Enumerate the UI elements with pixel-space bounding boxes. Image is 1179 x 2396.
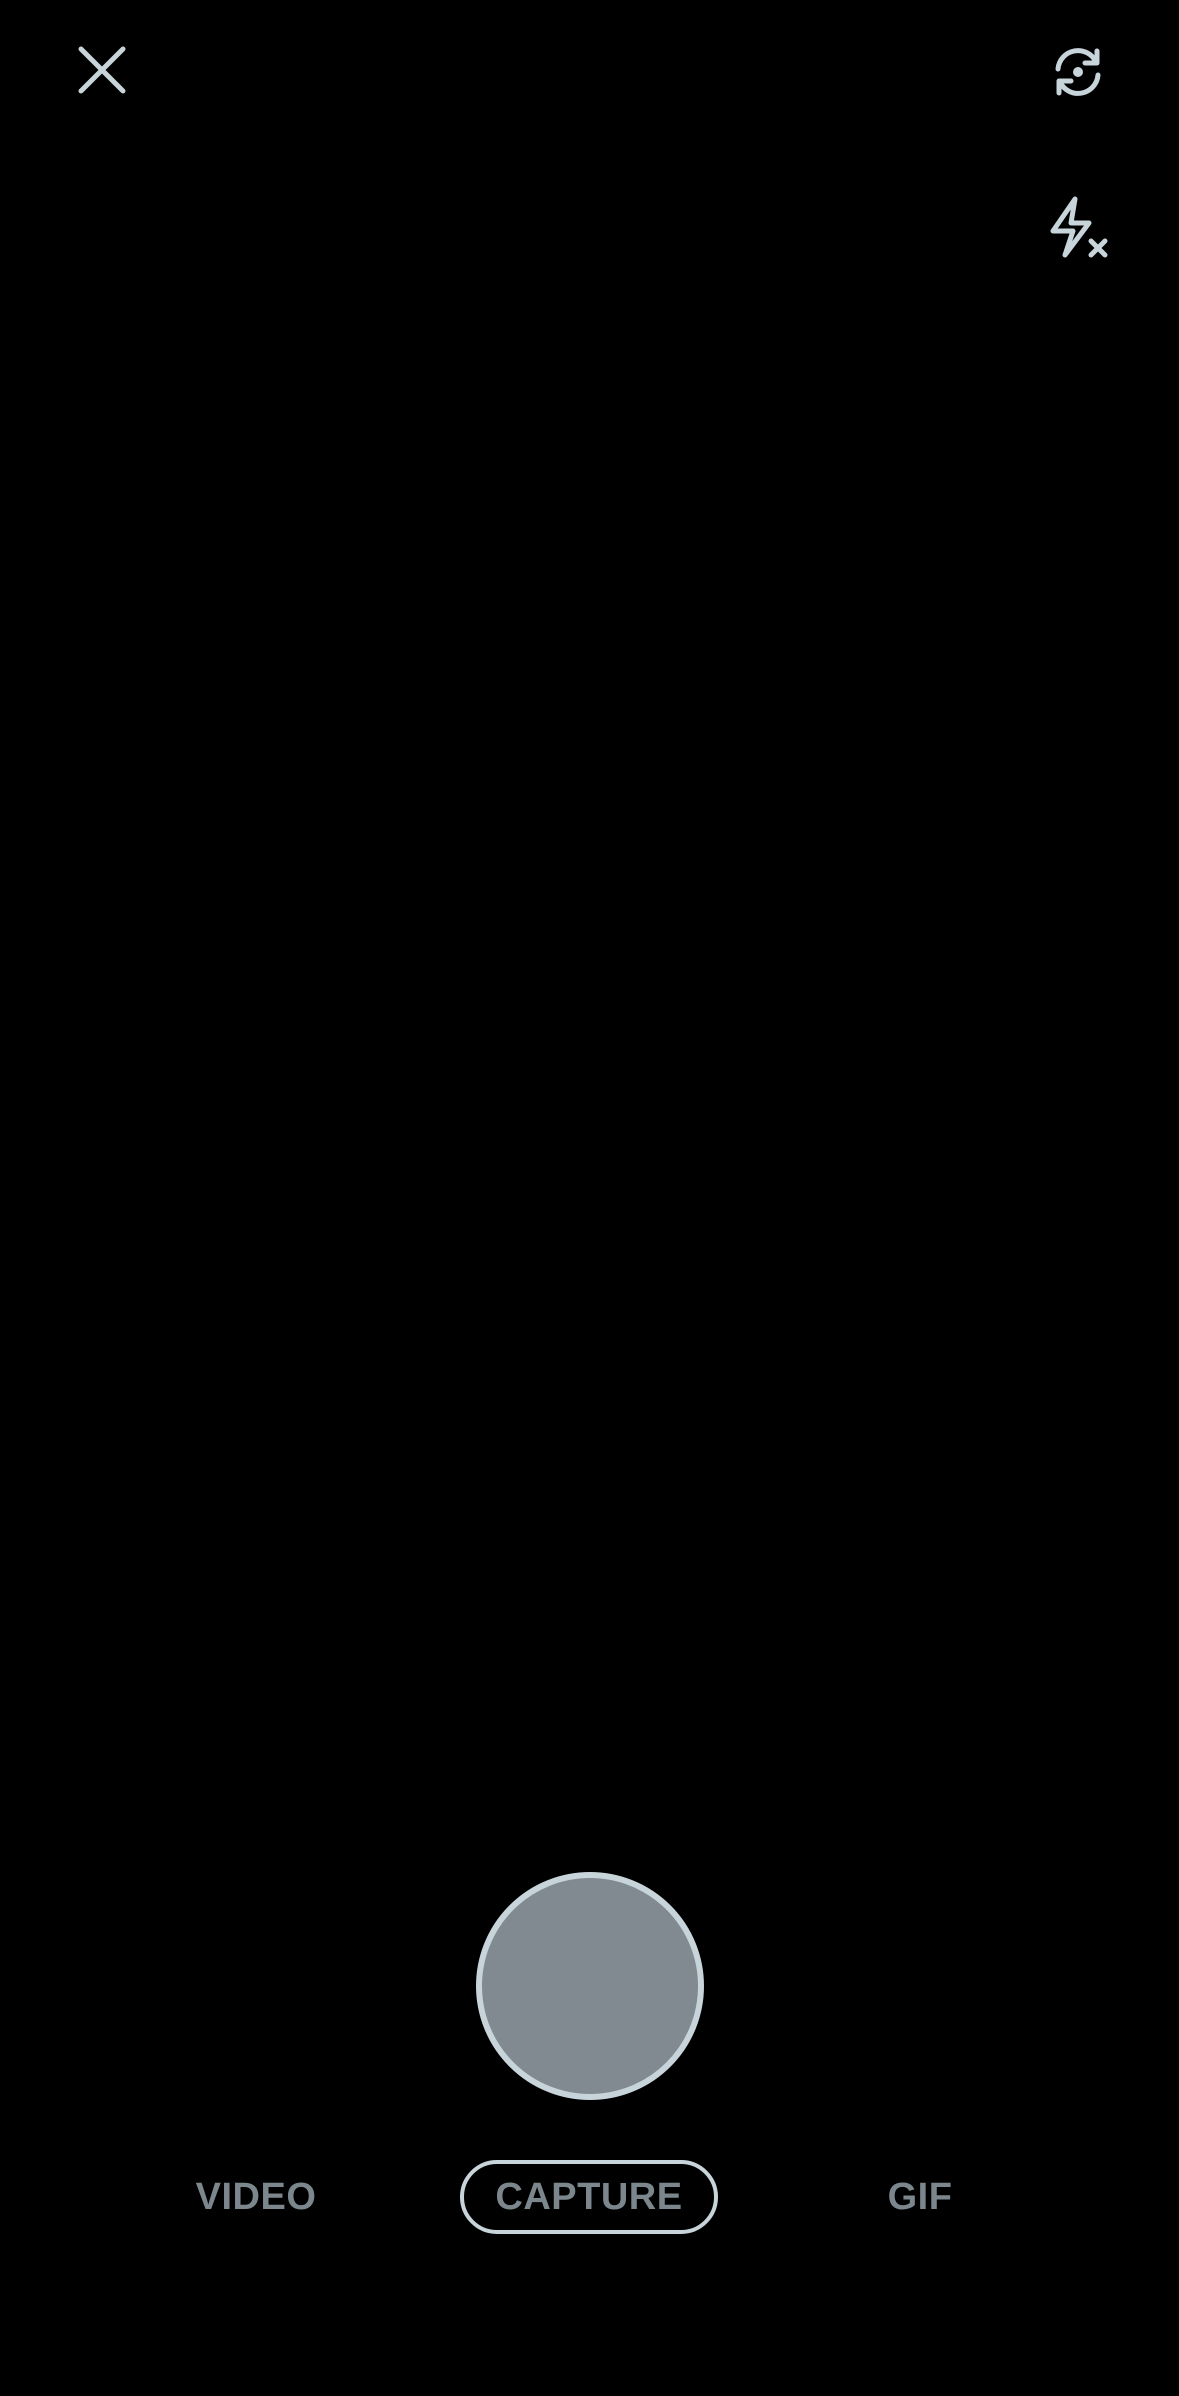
mode-capture[interactable]: CAPTURE	[460, 2160, 718, 2234]
shutter-button[interactable]	[476, 1872, 704, 2100]
close-button[interactable]	[62, 30, 142, 110]
mode-gif[interactable]: GIF	[860, 2160, 980, 2234]
flip-camera-button[interactable]	[1036, 30, 1120, 114]
flash-toggle-button[interactable]	[1036, 186, 1120, 270]
camera-mode-selector: VIDEO CAPTURE GIF	[0, 2160, 1179, 2234]
close-icon	[77, 45, 127, 95]
flash-off-icon	[1043, 193, 1113, 263]
mode-video[interactable]: VIDEO	[176, 2160, 336, 2234]
flip-camera-icon	[1048, 42, 1108, 102]
